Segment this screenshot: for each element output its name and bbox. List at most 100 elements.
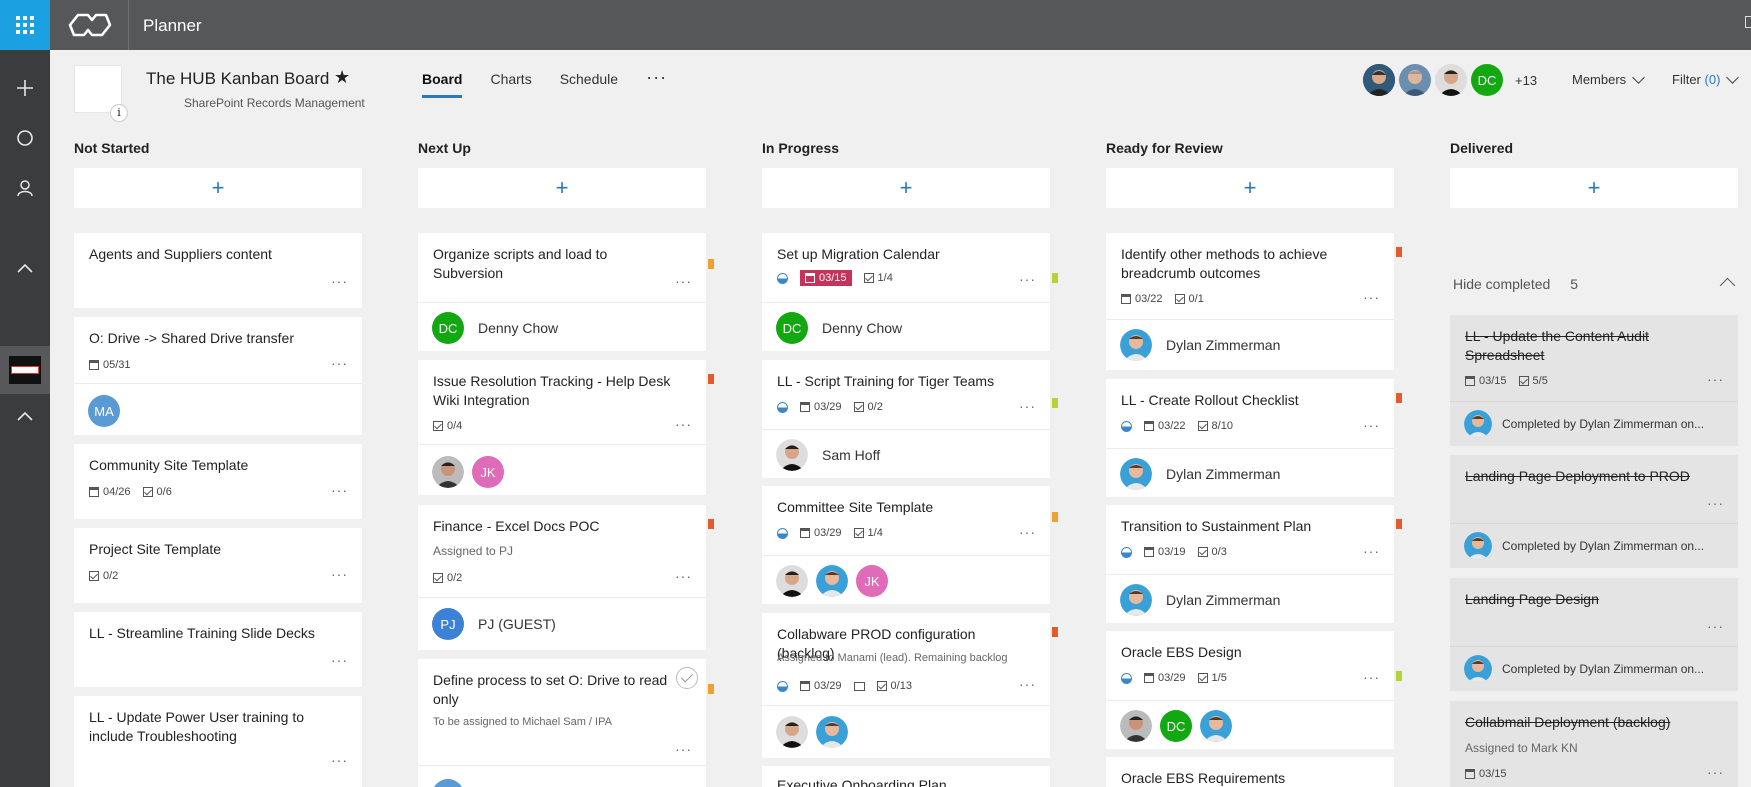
task-card[interactable]: Define process to set O: Drive to read o… bbox=[418, 659, 714, 787]
members-dropdown[interactable]: Members bbox=[1572, 71, 1646, 87]
avatar-dc[interactable]: DC bbox=[432, 312, 464, 344]
avatar-jk[interactable]: JK bbox=[472, 456, 504, 488]
task-more-button[interactable]: ··· bbox=[675, 416, 692, 432]
more-options-button[interactable]: ··· bbox=[646, 68, 667, 98]
tab-charts[interactable]: Charts bbox=[490, 71, 531, 98]
avatar[interactable] bbox=[776, 565, 808, 597]
task-more-button[interactable]: ··· bbox=[1707, 618, 1724, 634]
task-card[interactable]: Issue Resolution Tracking - Help Desk Wi… bbox=[418, 360, 714, 495]
task-more-button[interactable]: ··· bbox=[1707, 371, 1724, 387]
avatar[interactable] bbox=[1120, 584, 1152, 616]
task-more-button[interactable]: ··· bbox=[1019, 524, 1036, 540]
bucket-title[interactable]: Not Started bbox=[74, 140, 362, 160]
plan-group-name[interactable]: SharePoint Records Management bbox=[184, 96, 365, 110]
task-more-button[interactable]: ··· bbox=[1019, 398, 1036, 414]
completed-task-card[interactable]: Collabmail Deployment (backlog) Assigned… bbox=[1450, 701, 1738, 787]
avatar-pj[interactable]: PJ bbox=[432, 608, 464, 640]
task-card[interactable]: Community Site Template 04/26 0/6 ··· bbox=[74, 444, 362, 519]
task-card[interactable]: Executive Onboarding Plan bbox=[762, 766, 1050, 787]
task-card[interactable]: Collabware PROD configuration (backlog) … bbox=[762, 613, 1058, 758]
avatar[interactable] bbox=[1120, 710, 1152, 742]
task-more-button[interactable]: ··· bbox=[1363, 417, 1380, 433]
avatar[interactable] bbox=[1464, 410, 1492, 438]
avatar[interactable] bbox=[1435, 64, 1467, 96]
avatar[interactable] bbox=[432, 456, 464, 488]
task-more-button[interactable]: ··· bbox=[331, 355, 348, 371]
task-card[interactable]: LL - Streamline Training Slide Decks ··· bbox=[74, 612, 362, 687]
star-icon[interactable]: ★ bbox=[334, 67, 350, 88]
avatar[interactable] bbox=[1464, 532, 1492, 560]
task-more-button[interactable]: ··· bbox=[331, 652, 348, 668]
task-card[interactable]: Set up Migration Calendar 03/15 1/4 ··· … bbox=[762, 233, 1058, 351]
task-more-button[interactable]: ··· bbox=[675, 568, 692, 584]
avatar[interactable] bbox=[432, 779, 464, 787]
add-task-button[interactable]: + bbox=[418, 168, 706, 208]
add-task-button[interactable]: + bbox=[1106, 168, 1394, 208]
task-more-button[interactable]: ··· bbox=[331, 482, 348, 498]
bucket-title[interactable]: Next Up bbox=[418, 140, 706, 160]
task-more-button[interactable]: ··· bbox=[1019, 271, 1036, 287]
my-tasks-button[interactable] bbox=[0, 168, 50, 208]
avatar-dc[interactable]: DC bbox=[776, 312, 808, 344]
complete-task-checkbox[interactable] bbox=[676, 667, 698, 689]
avatar[interactable] bbox=[816, 565, 848, 597]
filter-dropdown[interactable]: Filter (0) bbox=[1672, 71, 1740, 87]
avatar[interactable] bbox=[1464, 655, 1492, 683]
add-task-button[interactable]: + bbox=[762, 168, 1050, 208]
task-card[interactable]: Project Site Template 0/2 ··· bbox=[74, 528, 362, 603]
task-more-button[interactable]: ··· bbox=[675, 273, 692, 289]
task-card[interactable]: Identify other methods to achieve breadc… bbox=[1106, 233, 1402, 370]
planner-hub-button[interactable] bbox=[0, 118, 50, 158]
task-card[interactable]: Oracle EBS Requirements bbox=[1106, 757, 1394, 787]
avatar[interactable] bbox=[1363, 64, 1395, 96]
task-card[interactable]: Committee Site Template 03/29 1/4 ··· JK bbox=[762, 486, 1058, 604]
collapse-favorites-button[interactable] bbox=[0, 248, 50, 288]
avatar[interactable] bbox=[776, 439, 808, 471]
bucket-title[interactable]: Delivered bbox=[1450, 140, 1738, 160]
task-card[interactable]: LL - Update Power User training to inclu… bbox=[74, 696, 362, 787]
task-card[interactable]: Transition to Sustainment Plan 03/19 0/3… bbox=[1106, 505, 1402, 623]
task-card[interactable]: LL - Script Training for Tiger Teams 03/… bbox=[762, 360, 1058, 478]
task-more-button[interactable]: ··· bbox=[1363, 289, 1380, 305]
task-more-button[interactable]: ··· bbox=[331, 566, 348, 582]
task-more-button[interactable]: ··· bbox=[331, 752, 348, 768]
task-card[interactable]: LL - Create Rollout Checklist 03/22 8/10… bbox=[1106, 379, 1402, 497]
avatar[interactable] bbox=[1120, 329, 1152, 361]
tab-board[interactable]: Board bbox=[422, 71, 463, 98]
new-plan-button[interactable] bbox=[0, 68, 50, 108]
avatar[interactable] bbox=[816, 716, 848, 748]
completed-task-card[interactable]: LL - Update the Content Audit Spreadshee… bbox=[1450, 315, 1738, 446]
task-more-button[interactable]: ··· bbox=[1363, 669, 1380, 685]
favorite-plan-thumbnail[interactable] bbox=[0, 346, 50, 394]
task-more-button[interactable]: ··· bbox=[1019, 676, 1036, 692]
task-more-button[interactable]: ··· bbox=[1363, 543, 1380, 559]
add-task-button[interactable]: + bbox=[74, 168, 362, 208]
avatar-jk[interactable]: JK bbox=[856, 565, 888, 597]
task-card[interactable]: O: Drive -> Shared Drive transfer 05/31 … bbox=[74, 317, 362, 435]
task-more-button[interactable]: ··· bbox=[1707, 764, 1724, 780]
collapse-recent-button[interactable] bbox=[0, 396, 50, 436]
add-task-button[interactable]: + bbox=[1450, 168, 1738, 208]
completed-task-card[interactable]: Landing Page Design ··· Completed by Dyl… bbox=[1450, 578, 1738, 691]
avatar[interactable] bbox=[1399, 64, 1431, 96]
hide-completed-toggle[interactable]: Hide completed 5 bbox=[1453, 276, 1741, 294]
task-card[interactable]: Organize scripts and load to Subversion … bbox=[418, 233, 714, 351]
task-card[interactable]: Oracle EBS Design 03/29 1/5 ··· DC bbox=[1106, 631, 1402, 749]
task-more-button[interactable]: ··· bbox=[675, 741, 692, 757]
info-icon[interactable]: i bbox=[110, 104, 128, 122]
task-card[interactable]: Agents and Suppliers content ··· bbox=[74, 233, 362, 308]
bucket-title[interactable]: In Progress bbox=[762, 140, 1050, 160]
avatar[interactable] bbox=[776, 716, 808, 748]
avatar-dc[interactable]: DC bbox=[1160, 710, 1192, 742]
app-launcher-button[interactable] bbox=[0, 0, 50, 50]
task-more-button[interactable]: ··· bbox=[331, 273, 348, 289]
avatar[interactable] bbox=[1120, 458, 1152, 490]
task-more-button[interactable]: ··· bbox=[1707, 495, 1724, 511]
avatar-dc[interactable]: DC bbox=[1471, 64, 1503, 96]
avatar-ma[interactable]: MA bbox=[88, 395, 120, 427]
bucket-title[interactable]: Ready for Review bbox=[1106, 140, 1394, 160]
tab-schedule[interactable]: Schedule bbox=[560, 71, 618, 98]
task-card[interactable]: Finance - Excel Docs POC Assigned to PJ … bbox=[418, 505, 714, 650]
completed-task-card[interactable]: Landing Page Deployment to PROD ··· Comp… bbox=[1450, 455, 1738, 568]
avatar[interactable] bbox=[1200, 710, 1232, 742]
